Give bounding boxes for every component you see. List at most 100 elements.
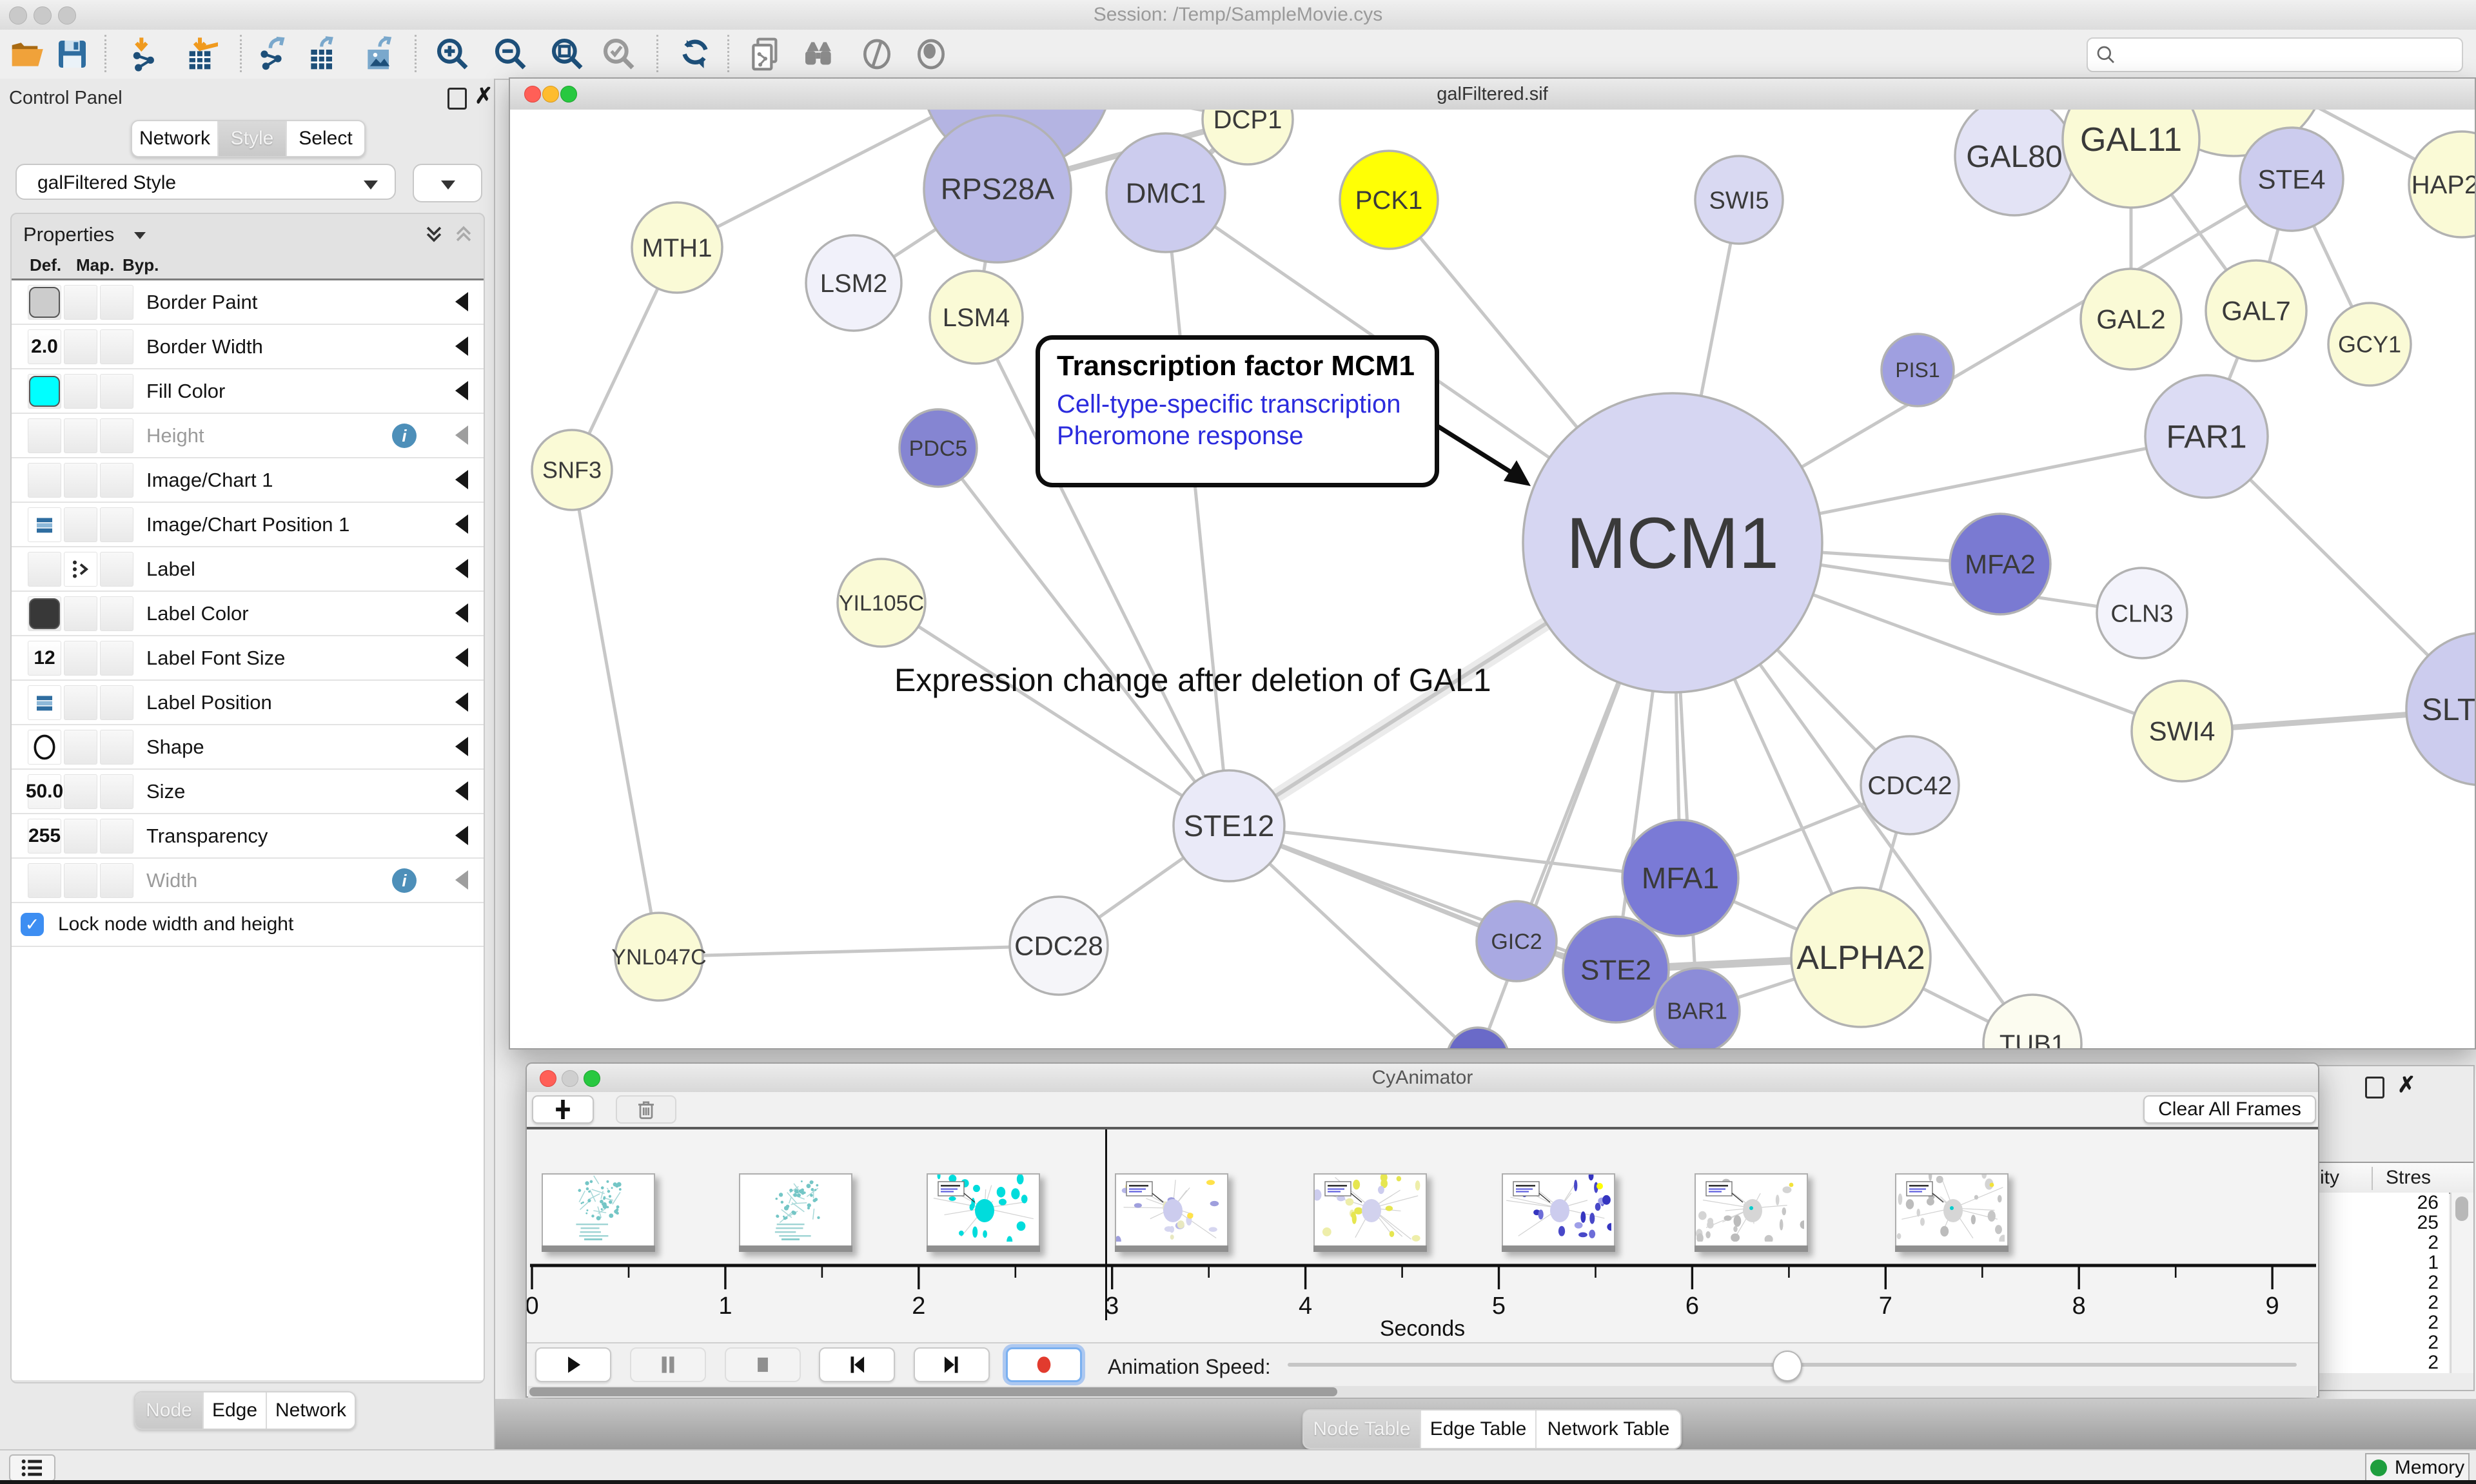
zoom-fit-icon[interactable] (547, 34, 588, 75)
collapse-all-icon[interactable] (453, 223, 475, 245)
tab-node[interactable]: Node (135, 1392, 204, 1429)
property-byp-cell[interactable] (100, 463, 133, 498)
delete-frame-button[interactable] (616, 1095, 676, 1124)
property-row[interactable]: Image/Chart 1 (12, 458, 484, 503)
import-network-icon[interactable] (124, 34, 165, 75)
tab-style[interactable]: Style (219, 121, 287, 156)
duplicate-network-icon[interactable] (745, 34, 786, 75)
property-byp-cell[interactable] (100, 374, 133, 409)
collapse-arrow-icon[interactable] (455, 826, 468, 845)
open-session-icon[interactable] (6, 34, 48, 75)
table-scrollbar[interactable] (2450, 1193, 2473, 1373)
property-byp-cell[interactable] (100, 730, 133, 765)
property-map-cell[interactable] (64, 507, 97, 542)
collapse-arrow-icon[interactable] (455, 737, 468, 756)
property-row[interactable]: Heighti (12, 414, 484, 458)
animation-timeline[interactable]: 0123456789 Seconds (527, 1129, 2318, 1342)
tab-network-table[interactable]: Network Table (1537, 1411, 1680, 1448)
collapse-arrow-icon[interactable] (455, 559, 468, 578)
annotation-link[interactable]: Pheromone response (1057, 420, 1418, 452)
property-def-cell[interactable] (28, 596, 61, 631)
property-byp-cell[interactable] (100, 774, 133, 809)
color-swatch[interactable] (29, 376, 60, 407)
property-def-cell[interactable] (28, 863, 61, 898)
property-byp-cell[interactable] (100, 685, 133, 720)
property-def-cell[interactable]: 255 (28, 819, 61, 854)
edge[interactable] (1166, 193, 1229, 826)
property-byp-cell[interactable] (100, 596, 133, 631)
color-swatch[interactable] (29, 287, 60, 318)
property-row[interactable]: 12Label Font Size (12, 636, 484, 681)
tab-select[interactable]: Select (287, 121, 364, 156)
property-map-cell[interactable] (64, 374, 97, 409)
property-byp-cell[interactable] (100, 418, 133, 453)
property-def-cell[interactable] (28, 463, 61, 498)
frame-thumbnail[interactable] (1695, 1173, 1808, 1252)
property-def-cell[interactable] (28, 552, 61, 587)
zoom-selected-icon[interactable] (598, 34, 640, 75)
property-map-cell[interactable] (64, 730, 97, 765)
column-divider[interactable] (2372, 1167, 2373, 1190)
property-map-cell[interactable] (64, 863, 97, 898)
collapse-arrow-icon[interactable] (455, 337, 468, 356)
hide-glasses-icon[interactable] (856, 34, 898, 75)
collapse-arrow-icon[interactable] (455, 470, 468, 489)
properties-title[interactable]: Properties (23, 223, 114, 246)
frame-thumbnail[interactable] (1115, 1173, 1228, 1252)
skip-to-start-button[interactable] (819, 1347, 895, 1382)
property-byp-cell[interactable] (100, 285, 133, 320)
stop-button[interactable] (725, 1347, 801, 1382)
edge[interactable] (938, 448, 1229, 826)
property-row[interactable]: Label (12, 547, 484, 592)
style-options-button[interactable] (413, 164, 482, 202)
search-input[interactable] (2124, 41, 2449, 67)
color-swatch[interactable] (29, 598, 60, 629)
collapse-arrow-icon[interactable] (455, 870, 468, 890)
property-row[interactable]: Fill Color (12, 369, 484, 414)
table-column-ity[interactable]: ity (2320, 1167, 2339, 1189)
frame-thumbnail[interactable] (542, 1173, 655, 1252)
info-icon[interactable]: i (392, 868, 417, 893)
property-row[interactable]: Widthi (12, 859, 484, 903)
property-row[interactable]: 2.0Border Width (12, 325, 484, 369)
scrollbar-thumb[interactable] (529, 1387, 1337, 1396)
property-row[interactable]: Border Paint (12, 280, 484, 325)
property-map-cell[interactable] (64, 641, 97, 676)
annotation-link[interactable]: Cell-type-specific transcription (1057, 389, 1418, 420)
property-map-cell[interactable] (64, 463, 97, 498)
float-panel-icon[interactable] (447, 88, 467, 110)
tab-edge[interactable]: Edge (204, 1392, 267, 1429)
memory-button[interactable]: Memory (2365, 1453, 2470, 1483)
edge[interactable] (572, 470, 659, 957)
zoom-in-icon[interactable] (432, 34, 473, 75)
skip-to-end-button[interactable] (914, 1347, 990, 1382)
property-def-cell[interactable] (28, 685, 61, 720)
property-def-cell[interactable]: 50.0 (28, 774, 61, 809)
tab-node-table[interactable]: Node Table (1304, 1411, 1421, 1448)
collapse-arrow-icon[interactable] (455, 692, 468, 712)
add-frame-button[interactable] (532, 1095, 594, 1124)
property-map-cell[interactable] (64, 774, 97, 809)
collapse-arrow-icon[interactable] (455, 425, 468, 445)
property-def-cell[interactable]: 12 (28, 641, 61, 676)
edge[interactable] (881, 603, 1229, 826)
frame-thumbnail[interactable] (739, 1173, 852, 1252)
property-map-cell[interactable] (64, 285, 97, 320)
collapse-arrow-icon[interactable] (455, 781, 468, 801)
frame-thumbnail[interactable] (1502, 1173, 1615, 1252)
close-panel-icon[interactable]: ✗ (2397, 1075, 2416, 1095)
property-byp-cell[interactable] (100, 819, 133, 854)
export-image-icon[interactable] (359, 34, 400, 75)
property-row[interactable]: 255Transparency (12, 814, 484, 859)
property-def-cell[interactable] (28, 730, 61, 765)
lock-checkbox[interactable]: ✓ (21, 913, 44, 936)
collapse-arrow-icon[interactable] (455, 292, 468, 311)
property-byp-cell[interactable] (100, 863, 133, 898)
speed-slider-thumb[interactable] (1773, 1351, 1802, 1381)
property-row[interactable]: 50.0Size (12, 770, 484, 814)
node-partial[interactable] (1447, 1028, 1509, 1048)
property-map-cell[interactable] (64, 418, 97, 453)
property-def-cell[interactable] (28, 374, 61, 409)
property-def-cell[interactable]: 2.0 (28, 329, 61, 364)
scrollbar-thumb[interactable] (2455, 1196, 2468, 1221)
